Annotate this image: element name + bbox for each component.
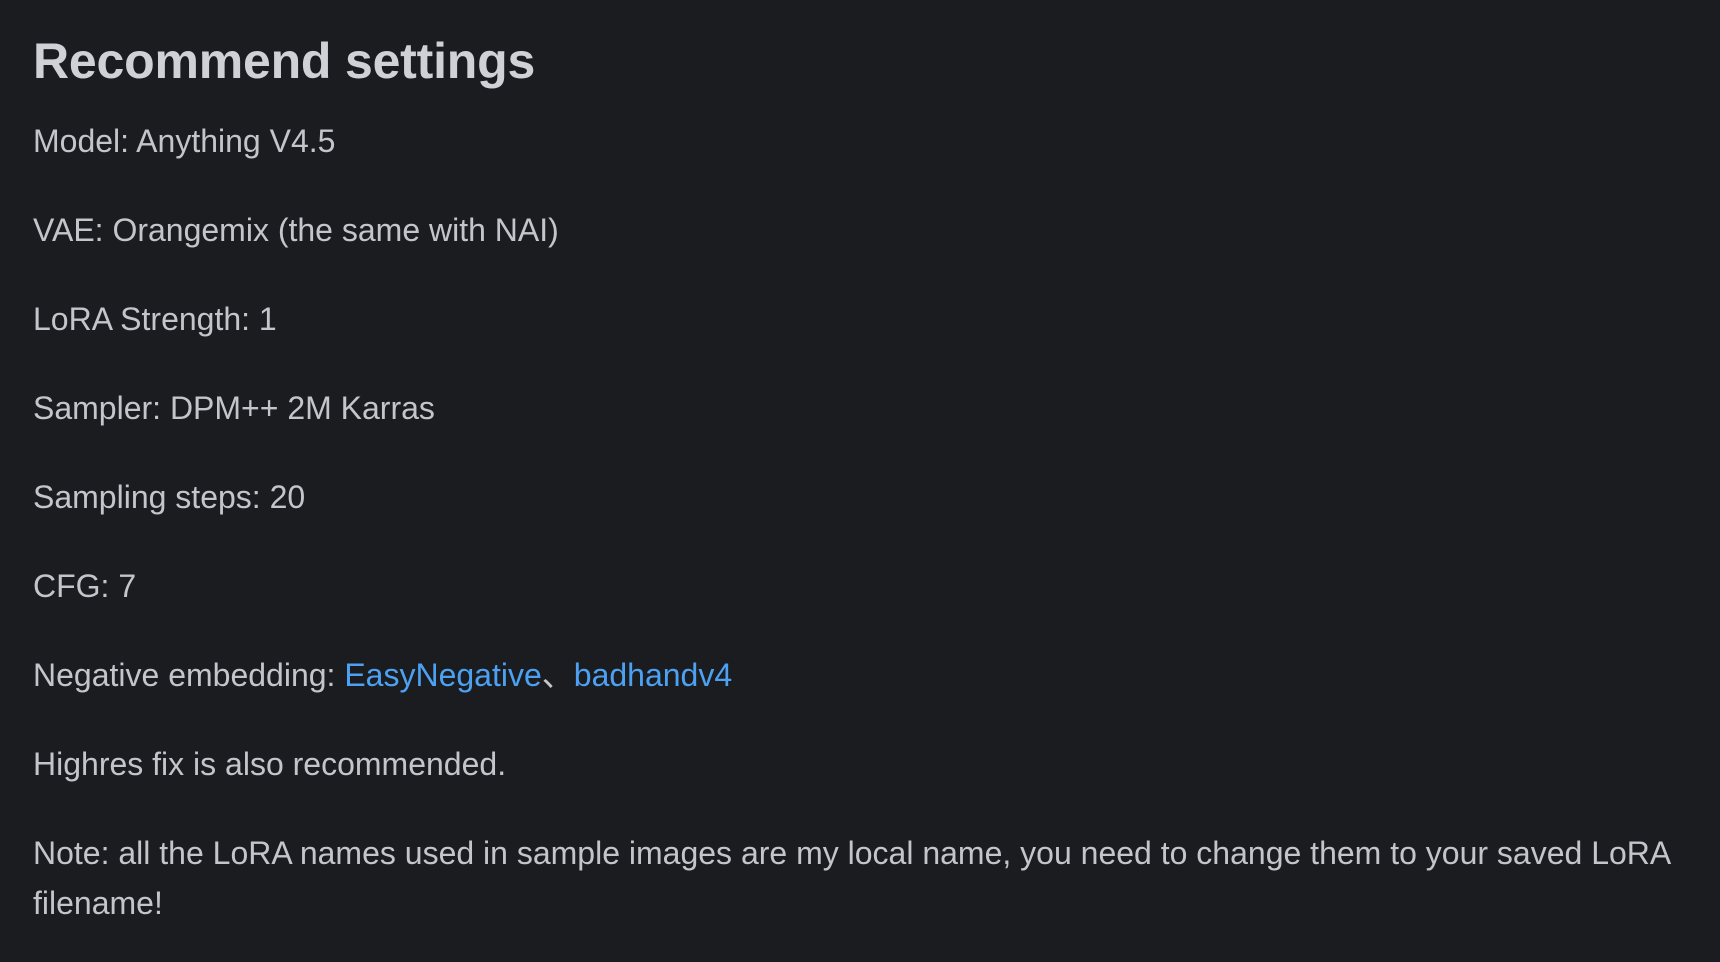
negative-embedding-setting: Negative embedding: EasyNegative、badhand… (33, 650, 1686, 700)
settings-list: Model: Anything V4.5 VAE: Orangemix (the… (33, 116, 1686, 928)
sampler-setting: Sampler: DPM++ 2M Karras (33, 390, 435, 426)
cfg-setting: CFG: 7 (33, 568, 137, 604)
vae-setting: VAE: Orangemix (the same with NAI) (33, 212, 559, 248)
recommend-settings-section: Recommend settings Model: Anything V4.5 … (0, 0, 1720, 962)
lora-strength-setting: LoRA Strength: 1 (33, 301, 277, 337)
lora-filename-note: Note: all the LoRA names used in sample … (33, 835, 1670, 921)
negative-embedding-label: Negative embedding: (33, 657, 345, 693)
highres-recommendation: Highres fix is also recommended. (33, 746, 507, 782)
sampling-steps-setting: Sampling steps: 20 (33, 479, 306, 515)
badhandv4-link[interactable]: badhandv4 (574, 657, 732, 693)
section-title: Recommend settings (33, 33, 536, 89)
easynegative-link[interactable]: EasyNegative (344, 657, 541, 693)
model-setting: Model: Anything V4.5 (33, 123, 336, 159)
link-separator: 、 (541, 657, 574, 693)
